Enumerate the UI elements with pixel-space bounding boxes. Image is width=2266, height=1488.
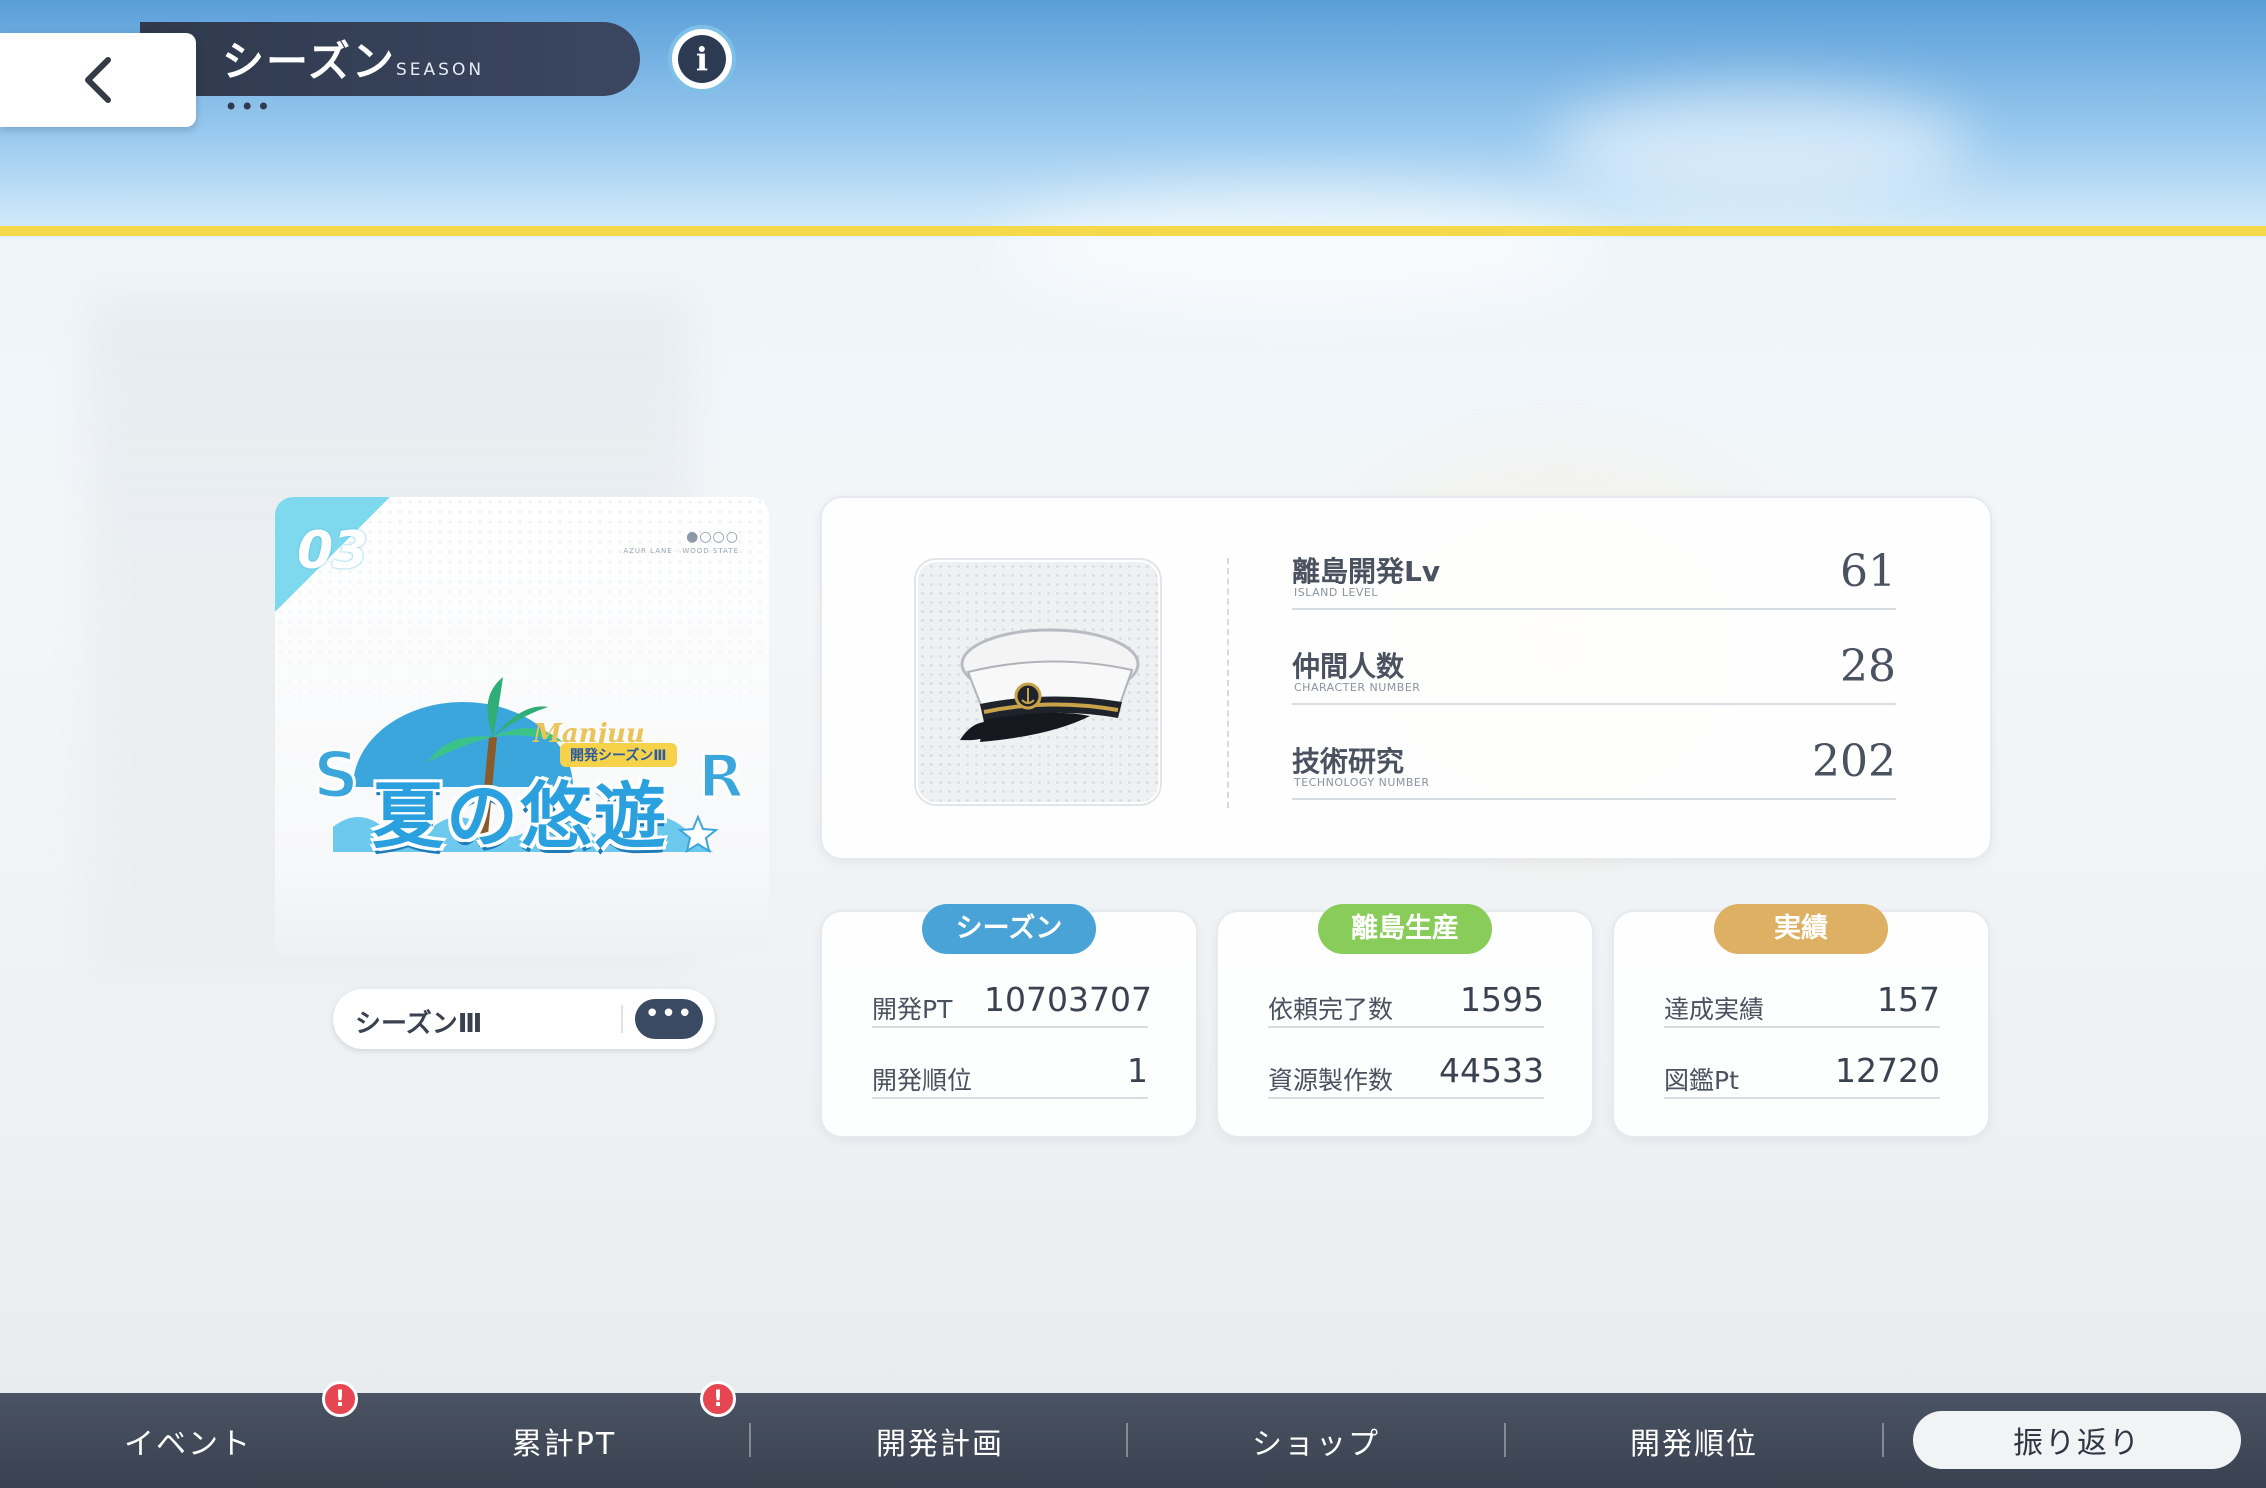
title-dots: ••• xyxy=(224,93,273,121)
card-row-label: 達成実績 xyxy=(1664,995,1765,1024)
nav-item-development-ranking[interactable]: 開発順位 xyxy=(1506,1393,1882,1488)
stat-row-island-level: 離島開発Lv ISLAND LEVEL 61 xyxy=(1292,544,1896,610)
island-production-card: 離島生産 依頼完了数 1595 資源製作数 44533 xyxy=(1216,904,1594,1138)
season-number: 03 xyxy=(297,521,368,581)
card-brand: ●○○○ AZUR LANE · WOOD STATE xyxy=(623,529,739,555)
bg-cloud xyxy=(1000,190,1600,310)
season-summary-card: シーズン 開発PT 10703707 開発順位 1 xyxy=(820,904,1198,1138)
more-options-button[interactable]: ••• xyxy=(635,999,703,1039)
stat-label: 離島開発Lv xyxy=(1292,555,1441,588)
nav-item-label: 開発順位 xyxy=(1630,1426,1758,1462)
alert-icon: ! xyxy=(700,1381,736,1417)
page-subtitle: SEASON xyxy=(396,60,485,80)
back-button[interactable] xyxy=(0,33,196,127)
nav-item-event[interactable]: イベント xyxy=(0,1393,376,1488)
nav-item-development-plan[interactable]: 開発計画 xyxy=(752,1393,1128,1488)
nav-item-shop[interactable]: ショップ xyxy=(1128,1393,1504,1488)
stat-value: 202 xyxy=(1812,736,1896,787)
nav-item-label: ショップ xyxy=(1252,1426,1380,1462)
card-row-value: 1 xyxy=(1127,1051,1148,1090)
card-row-label: 開発順位 xyxy=(872,1066,973,1095)
stat-row-character-number: 仲間人数 CHARACTER NUMBER 28 xyxy=(1292,639,1896,705)
nav-divider xyxy=(1882,1423,1884,1457)
card-row-value: 44533 xyxy=(1439,1051,1544,1090)
nav-item-cumulative-pt[interactable]: 累計PT xyxy=(376,1393,752,1488)
card-row-value: 10703707 xyxy=(984,980,1152,1019)
season-selector-divider xyxy=(621,1005,623,1033)
bg-cloud xyxy=(1550,90,1970,200)
card-row: 開発順位 1 xyxy=(872,1043,1148,1099)
nav-item-review-active[interactable]: 振り返り xyxy=(1913,1411,2241,1469)
card-row-label: 資源製作数 xyxy=(1268,1066,1394,1095)
card-row: 達成実績 157 xyxy=(1664,972,1940,1028)
card-row-label: 図鑑Pt xyxy=(1664,1066,1739,1095)
logo-main-text: 夏の悠遊 xyxy=(372,774,669,858)
stats-divider xyxy=(1227,558,1229,808)
season-selector-label: シーズンⅢ xyxy=(355,1009,483,1039)
nav-item-label: 累計PT xyxy=(511,1426,617,1462)
brand-text: AZUR LANE · WOOD STATE xyxy=(623,547,739,555)
stat-value: 28 xyxy=(1840,641,1896,692)
card-row-label: 依頼完了数 xyxy=(1268,995,1394,1024)
bottom-nav: イベント ! 累計PT ! 開発計画 ショップ 開発順位 振り返り xyxy=(0,1381,2266,1488)
season-card: 03 ●○○○ AZUR LANE · WOOD STATE S R Manju… xyxy=(275,497,769,954)
chevron-left-icon xyxy=(85,57,111,103)
stat-sublabel: ISLAND LEVEL xyxy=(1294,586,1379,599)
logo-tag: 開発シーズンⅢ xyxy=(560,743,677,767)
card-row: 図鑑Pt 12720 xyxy=(1664,1043,1940,1099)
avatar-frame xyxy=(916,560,1160,804)
brand-dots: ●○○○ xyxy=(686,529,739,545)
stat-label: 仲間人数 xyxy=(1292,650,1405,683)
card-row: 資源製作数 44533 xyxy=(1268,1043,1544,1099)
card-badge: 離島生産 xyxy=(1318,904,1492,954)
card-row: 開発PT 10703707 xyxy=(872,972,1152,1028)
stat-sublabel: CHARACTER NUMBER xyxy=(1294,681,1421,694)
card-row: 依頼完了数 1595 xyxy=(1268,972,1544,1028)
stat-value: 61 xyxy=(1840,546,1896,597)
stat-sublabel: TECHNOLOGY NUMBER xyxy=(1294,776,1430,789)
card-row-value: 12720 xyxy=(1835,1051,1940,1090)
card-badge: 実績 xyxy=(1714,904,1888,954)
nav-divider xyxy=(749,1423,751,1457)
stat-row-technology-number: 技術研究 TECHNOLOGY NUMBER 202 xyxy=(1292,734,1896,800)
nav-item-label: イベント xyxy=(124,1426,252,1462)
captain-hat-icon xyxy=(960,628,1140,742)
svg-text:S: S xyxy=(313,739,359,813)
card-row-value: 157 xyxy=(1877,980,1940,1019)
card-badge: シーズン xyxy=(922,904,1096,954)
info-button[interactable]: i xyxy=(668,25,736,93)
island-stats-panel: 離島開発Lv ISLAND LEVEL 61 仲間人数 CHARACTER NU… xyxy=(820,496,1992,860)
svg-text:R: R xyxy=(698,742,743,812)
alert-icon: ! xyxy=(322,1381,358,1417)
season-selector[interactable]: シーズンⅢ ••• xyxy=(333,989,715,1049)
info-icon: i xyxy=(678,35,726,83)
header-divider-line xyxy=(0,226,2266,236)
card-row-label: 開発PT xyxy=(872,995,953,1024)
stat-label: 技術研究 xyxy=(1292,745,1405,778)
card-row-value: 1595 xyxy=(1460,980,1544,1019)
page-title: シーズン xyxy=(222,37,396,86)
achievements-card: 実績 達成実績 157 図鑑Pt 12720 xyxy=(1612,904,1990,1138)
nav-item-label: 開発計画 xyxy=(876,1426,1004,1462)
